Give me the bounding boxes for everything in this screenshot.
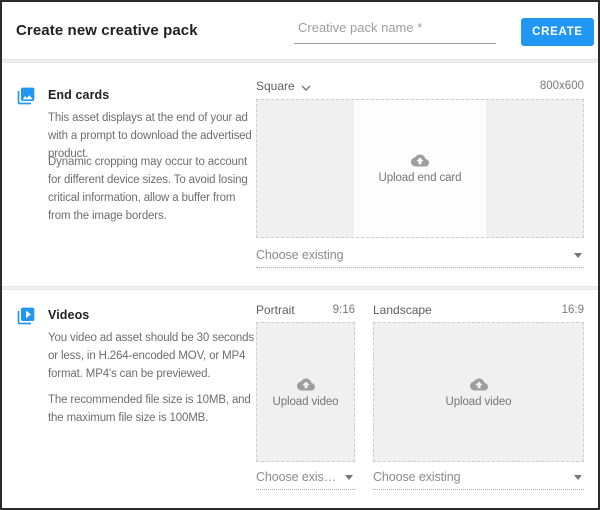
section-divider <box>2 59 598 63</box>
cloud-upload-icon <box>470 377 488 391</box>
section-divider <box>2 286 598 290</box>
videos-description-2: The recommended file size is 10MB, and t… <box>48 391 258 427</box>
landscape-header-row: Landscape 16:9 <box>373 303 584 317</box>
landscape-video-upload-dropzone[interactable]: Upload video <box>373 322 584 462</box>
upload-video-label: Upload video <box>273 396 339 408</box>
dropdown-arrow-icon <box>574 253 582 258</box>
videos-section-title: Videos <box>48 308 89 322</box>
create-button[interactable]: CREATE <box>521 18 594 46</box>
upload-end-card-label: Upload end card <box>379 172 462 184</box>
end-card-choose-existing-dropdown[interactable]: Choose existing <box>256 248 584 268</box>
chevron-down-icon <box>301 80 311 94</box>
creative-pack-name-input[interactable] <box>294 16 496 44</box>
end-card-crop-gutter-left <box>257 100 354 237</box>
portrait-choose-existing-dropdown[interactable]: Choose existing <box>256 470 355 490</box>
portrait-ratio-label: 9:16 <box>333 304 355 316</box>
aspect-ratio-value: Square <box>256 79 295 93</box>
dropdown-arrow-icon <box>345 475 353 480</box>
end-cards-description-2: Dynamic cropping may occur to account fo… <box>48 153 258 225</box>
end-card-header-row: Square 800x600 <box>256 78 584 94</box>
video-library-icon <box>16 306 36 326</box>
landscape-ratio-label: 16:9 <box>562 304 584 316</box>
choose-existing-label: Choose existing <box>256 248 568 262</box>
end-cards-section-title: End cards <box>48 88 109 102</box>
cloud-upload-icon <box>297 377 315 391</box>
end-card-crop-area: Upload end card <box>354 100 486 237</box>
end-card-crop-gutter-right <box>486 100 583 237</box>
end-card-size-label: 800x600 <box>540 80 584 92</box>
end-card-upload-dropzone[interactable]: Upload end card <box>256 99 584 238</box>
landscape-label: Landscape <box>373 303 432 317</box>
dropdown-arrow-icon <box>574 475 582 480</box>
cloud-upload-icon <box>411 153 429 167</box>
videos-description-1: You video ad asset should be 30 seconds … <box>48 329 258 383</box>
choose-existing-label: Choose existing <box>256 470 339 484</box>
create-creative-pack-dialog: Create new creative pack CREATE End card… <box>0 0 600 510</box>
upload-video-label: Upload video <box>446 396 512 408</box>
choose-existing-label: Choose existing <box>373 470 568 484</box>
portrait-header-row: Portrait 9:16 <box>256 303 355 317</box>
page-title: Create new creative pack <box>16 22 198 39</box>
landscape-choose-existing-dropdown[interactable]: Choose existing <box>373 470 584 490</box>
portrait-video-upload-dropzone[interactable]: Upload video <box>256 322 355 462</box>
aspect-ratio-select[interactable]: Square <box>256 78 311 94</box>
photo-library-icon <box>16 86 36 106</box>
portrait-label: Portrait <box>256 303 295 317</box>
